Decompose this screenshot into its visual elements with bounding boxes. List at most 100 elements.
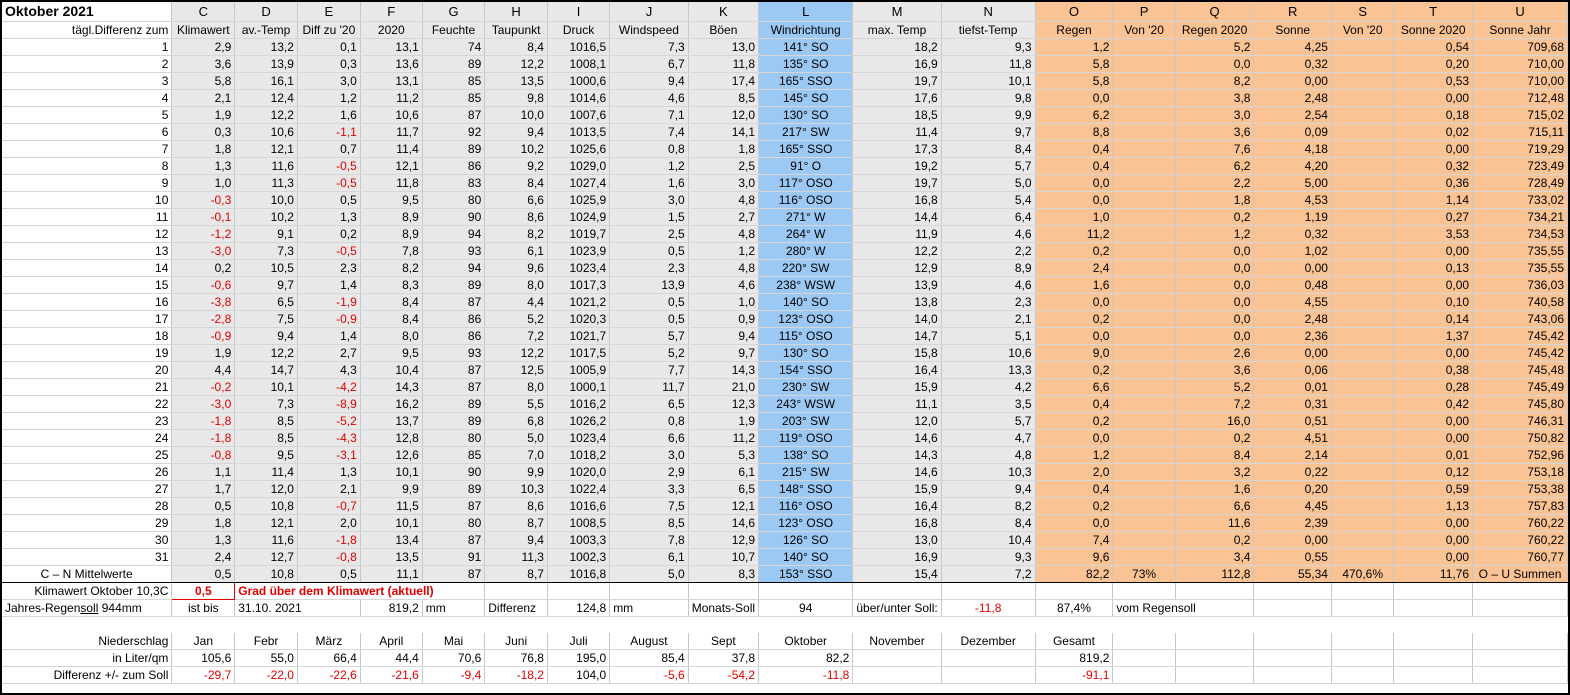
data-cell[interactable]: 9,7 — [941, 123, 1036, 141]
data-cell[interactable] — [1331, 395, 1395, 413]
data-cell[interactable]: 12,2 — [484, 55, 548, 73]
data-cell[interactable]: 10,6 — [234, 123, 298, 141]
data-cell[interactable]: 141° SO — [758, 38, 854, 56]
data-cell[interactable]: 0,0 — [1175, 327, 1255, 345]
data-cell[interactable]: 2,54 — [1253, 106, 1332, 124]
data-cell[interactable]: 0,22 — [1253, 463, 1332, 481]
mean-cell[interactable]: 0,5 — [297, 565, 361, 583]
data-cell[interactable]: 8,4 — [360, 293, 423, 311]
liter-label[interactable]: in Liter/qm — [2, 649, 173, 667]
data-cell[interactable]: 115° OSO — [758, 327, 854, 345]
data-cell[interactable]: 7,8 — [360, 242, 423, 260]
data-cell[interactable]: 1,2 — [1035, 38, 1114, 56]
data-cell[interactable]: 0,00 — [1253, 531, 1332, 549]
mean-cell[interactable]: 11,1 — [360, 565, 423, 583]
month-header[interactable]: Dezember — [941, 633, 1036, 650]
empty-cell[interactable] — [422, 617, 484, 634]
data-cell[interactable]: 3,5 — [941, 395, 1036, 413]
data-cell[interactable] — [1112, 38, 1176, 56]
data-cell[interactable]: 17,3 — [852, 140, 942, 158]
data-cell[interactable]: 4,45 — [1253, 497, 1332, 515]
data-cell[interactable]: 3,3 — [609, 480, 689, 498]
data-cell[interactable]: 14,3 — [360, 378, 423, 396]
data-cell[interactable]: -0,8 — [171, 446, 236, 464]
diff-label[interactable]: Differenz +/- zum Soll — [2, 666, 173, 684]
data-cell[interactable]: 13,9 — [852, 276, 942, 294]
data-cell[interactable]: -1,8 — [171, 412, 236, 430]
data-cell[interactable]: 9,4 — [688, 327, 760, 345]
data-cell[interactable] — [1331, 55, 1395, 73]
data-cell[interactable] — [1331, 293, 1395, 311]
data-cell[interactable]: 0,0 — [1035, 89, 1114, 107]
data-cell[interactable]: 12,3 — [688, 395, 760, 413]
data-cell[interactable]: 13,9 — [609, 276, 689, 294]
data-cell[interactable]: 16,4 — [852, 361, 942, 379]
empty-cell[interactable] — [1472, 599, 1568, 617]
data-cell[interactable]: 14,7 — [234, 361, 298, 379]
data-cell[interactable] — [1112, 140, 1176, 158]
data-cell[interactable]: 11,7 — [360, 123, 423, 141]
data-cell[interactable]: 11,2 — [1035, 225, 1114, 243]
data-cell[interactable]: 145° SO — [758, 89, 854, 107]
data-cell[interactable]: 6,2 — [1035, 106, 1114, 124]
empty-cell[interactable] — [1175, 666, 1255, 684]
data-cell[interactable]: 8,5 — [234, 429, 298, 447]
data-cell[interactable]: 1,9 — [688, 412, 760, 430]
mean-cell[interactable]: 153° SSO — [758, 565, 854, 583]
data-cell[interactable]: 8,6 — [484, 208, 548, 226]
data-cell[interactable]: 2,5 — [688, 157, 760, 175]
mean-label[interactable]: C – N Mittelwerte — [2, 565, 173, 583]
data-cell[interactable]: 12,0 — [852, 412, 942, 430]
data-cell[interactable]: -0,5 — [297, 157, 361, 175]
data-cell[interactable]: 9,4 — [484, 123, 548, 141]
data-cell[interactable]: 11,3 — [484, 548, 548, 566]
data-cell[interactable]: 0,14 — [1393, 310, 1474, 328]
data-cell[interactable]: 10,6 — [360, 106, 423, 124]
data-cell[interactable]: 4,3 — [297, 361, 361, 379]
data-cell[interactable]: 712,48 — [1472, 89, 1568, 107]
data-cell[interactable]: 0,4 — [1035, 395, 1114, 413]
data-cell[interactable]: 743,06 — [1472, 310, 1568, 328]
data-cell[interactable]: 5,7 — [609, 327, 689, 345]
column-header[interactable]: Klimawert — [171, 21, 236, 39]
data-cell[interactable] — [1112, 378, 1176, 396]
data-cell[interactable]: 1,0 — [1035, 208, 1114, 226]
data-cell[interactable]: -0,5 — [297, 174, 361, 192]
data-cell[interactable] — [1112, 191, 1176, 209]
day-number[interactable]: 3 — [2, 72, 173, 90]
day-number[interactable]: 18 — [2, 327, 173, 345]
data-cell[interactable]: 18,5 — [852, 106, 942, 124]
data-cell[interactable]: 8,0 — [360, 327, 423, 345]
data-cell[interactable]: 2,36 — [1253, 327, 1332, 345]
data-cell[interactable]: 6,5 — [609, 395, 689, 413]
data-cell[interactable]: 1,7 — [171, 480, 236, 498]
empty-cell[interactable] — [2, 617, 172, 634]
data-cell[interactable]: 12,9 — [688, 531, 760, 549]
data-cell[interactable]: 6,5 — [688, 480, 760, 498]
data-cell[interactable] — [1112, 310, 1176, 328]
ueber-unter-value[interactable]: -11,8 — [941, 599, 1036, 617]
data-cell[interactable] — [1112, 446, 1176, 464]
column-header[interactable]: Von '20 — [1112, 21, 1176, 39]
data-cell[interactable]: -2,8 — [171, 310, 236, 328]
data-cell[interactable] — [1331, 72, 1395, 90]
empty-cell[interactable] — [297, 617, 360, 634]
klimawert-value[interactable]: 0,5 — [171, 582, 236, 600]
data-cell[interactable]: 760,22 — [1472, 531, 1568, 549]
empty-cell[interactable] — [360, 617, 422, 634]
data-cell[interactable] — [1112, 429, 1176, 447]
data-cell[interactable]: 1024,9 — [547, 208, 611, 226]
data-cell[interactable]: 85 — [422, 446, 486, 464]
data-cell[interactable]: 1005,9 — [547, 361, 611, 379]
data-cell[interactable]: 18,2 — [852, 38, 942, 56]
data-cell[interactable]: 16,1 — [234, 72, 298, 90]
data-cell[interactable] — [1112, 497, 1176, 515]
data-cell[interactable]: 2,48 — [1253, 89, 1332, 107]
data-cell[interactable]: 2,0 — [297, 514, 361, 532]
mean-cell[interactable]: 470,6% — [1331, 565, 1395, 583]
data-cell[interactable] — [1112, 548, 1176, 566]
regensoll-unit[interactable]: mm — [422, 599, 486, 617]
data-cell[interactable] — [1112, 531, 1176, 549]
data-cell[interactable]: 1025,9 — [547, 191, 611, 209]
data-cell[interactable] — [1112, 174, 1176, 192]
